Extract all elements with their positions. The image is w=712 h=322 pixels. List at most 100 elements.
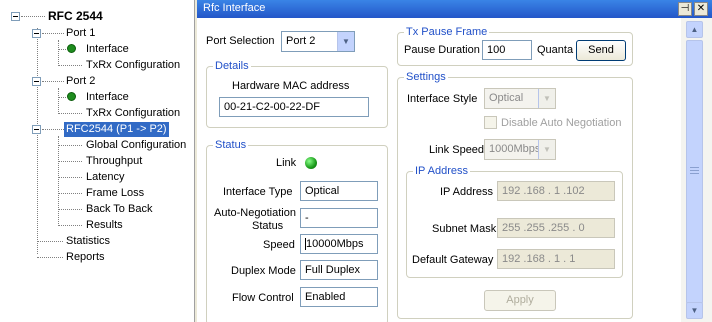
speed-field[interactable]: 10000Mbps (300, 234, 378, 254)
tree-item-port1-txrx[interactable]: TxRx Configuration (86, 59, 180, 72)
chevron-down-icon[interactable]: ▼ (538, 140, 555, 159)
flow-control-field[interactable]: Enabled (300, 287, 378, 307)
tree-connector (58, 136, 59, 226)
speed-label: Speed (263, 239, 295, 251)
collapse-port2-icon[interactable] (32, 77, 41, 86)
flow-control-label: Flow Control (232, 292, 294, 304)
link-speed-dropdown[interactable]: 1000Mbps ▼ (484, 139, 556, 160)
ip-address-field[interactable]: 192 .168 . 1 .102 (497, 181, 615, 201)
tree-connector (42, 129, 64, 130)
tree-connector (21, 16, 45, 17)
panel-title: Rfc Interface (203, 2, 266, 14)
tree-connector (58, 193, 82, 194)
collapse-port1-icon[interactable] (32, 29, 41, 38)
port-selection-dropdown[interactable]: Port 2 ▼ (281, 31, 355, 52)
interface-style-label: Interface Style (407, 93, 478, 105)
interface-type-label: Interface Type (223, 186, 293, 198)
tree-item-port2[interactable]: Port 2 (66, 75, 95, 88)
chevron-down-icon[interactable]: ▼ (337, 32, 354, 51)
tree-item-reports[interactable]: Reports (66, 251, 105, 264)
tree-connector (37, 28, 38, 254)
tree-connector (58, 65, 82, 66)
panel-content: Port Selection Port 2 ▼ Details Hardware… (197, 18, 681, 322)
tree-connector (58, 145, 82, 146)
link-status-led-icon (305, 157, 317, 169)
port-selection-label: Port Selection (206, 35, 275, 47)
interface-type-field[interactable]: Optical (300, 181, 378, 201)
pin-icon[interactable]: ⊣ (678, 2, 692, 16)
mac-address-label: Hardware MAC address (232, 80, 350, 92)
tree-connector (37, 241, 63, 242)
scroll-down-icon[interactable]: ▼ (686, 302, 703, 319)
interface-style-value: Optical (489, 92, 524, 104)
send-button[interactable]: Send (576, 40, 626, 61)
status-dot-icon (67, 92, 76, 101)
tree-item-global-configuration[interactable]: Global Configuration (86, 139, 186, 152)
panel-title-bar: Rfc Interface ⊣ ✕ (197, 0, 712, 18)
tree-item-latency[interactable]: Latency (86, 171, 125, 184)
subnet-mask-field[interactable]: 255 .255 .255 . 0 (497, 218, 615, 238)
details-legend: Details (213, 60, 251, 72)
quanta-unit-label: Quanta (537, 44, 574, 56)
ip-address-label: IP Address (440, 186, 493, 198)
tree-connector (58, 97, 66, 98)
default-gateway-field[interactable]: 192 .168 . 1 . 1 (497, 249, 615, 269)
default-gateway-label: Default Gateway (412, 254, 494, 266)
autoneg-label: Auto-Negotiation (214, 207, 296, 219)
autoneg-status-field[interactable]: - (300, 208, 378, 228)
scroll-up-icon[interactable]: ▲ (686, 21, 703, 38)
close-icon[interactable]: ✕ (694, 2, 708, 16)
pause-duration-field[interactable]: 100 (482, 40, 532, 60)
tree-connector (58, 40, 59, 66)
tree-connector (58, 225, 82, 226)
port-selection-value: Port 2 (286, 35, 316, 47)
tree-connector (58, 177, 82, 178)
subnet-mask-label: Subnet Mask (432, 223, 497, 235)
tree-item-frame-loss[interactable]: Frame Loss (86, 187, 144, 200)
ip-address-legend: IP Address (413, 165, 470, 177)
tree-connector (42, 33, 64, 34)
duplex-mode-field[interactable]: Full Duplex (300, 260, 378, 280)
collapse-root-icon[interactable] (11, 12, 20, 21)
duplex-mode-label: Duplex Mode (231, 265, 296, 277)
tree-connector (42, 81, 64, 82)
tree-connector (58, 88, 59, 114)
disable-autoneg-label: Disable Auto Negotiation (501, 117, 622, 129)
status-legend: Status (213, 139, 249, 151)
pause-duration-label: Pause Duration (404, 44, 480, 56)
tree-item-statistics[interactable]: Statistics (66, 235, 110, 248)
interface-style-dropdown[interactable]: Optical ▼ (484, 88, 556, 109)
disable-autoneg-checkbox[interactable] (484, 116, 497, 129)
tx-pause-legend: Tx Pause Frame (404, 26, 490, 38)
tree-connector (58, 161, 82, 162)
link-speed-label: Link Speed (429, 144, 485, 156)
tree-item-rfc2544-selected[interactable]: RFC2544 (P1 -> P2) (64, 122, 169, 137)
grip-icon (690, 170, 699, 171)
tree-item-throughput[interactable]: Throughput (86, 155, 142, 168)
apply-button[interactable]: Apply (484, 290, 556, 311)
grip-icon (690, 173, 699, 174)
settings-legend: Settings (404, 71, 448, 83)
tree-item-results[interactable]: Results (86, 219, 123, 232)
mac-address-field[interactable]: 00-21-C2-00-22-DF (219, 97, 369, 117)
link-speed-value: 1000Mbps (489, 143, 541, 155)
grip-icon (690, 167, 699, 168)
vertical-scrollbar[interactable]: ▲ ▼ (681, 18, 712, 322)
navigation-tree: RFC 2544 Port 1 Interface TxRx Configura… (0, 0, 195, 322)
tree-root[interactable]: RFC 2544 (48, 10, 103, 23)
tree-connector (37, 257, 63, 258)
chevron-down-icon[interactable]: ▼ (538, 89, 555, 108)
tree-item-port2-txrx[interactable]: TxRx Configuration (86, 107, 180, 120)
tree-connector (58, 113, 82, 114)
status-dot-icon (67, 44, 76, 53)
tree-item-back-to-back[interactable]: Back To Back (86, 203, 152, 216)
autoneg-status-label: Status (252, 220, 284, 232)
tree-item-port2-interface[interactable]: Interface (86, 91, 129, 104)
scrollbar-thumb[interactable] (686, 40, 703, 304)
collapse-rfc-icon[interactable] (32, 125, 41, 134)
tree-item-port1-interface[interactable]: Interface (86, 43, 129, 56)
rfc-interface-panel: Rfc Interface ⊣ ✕ Port Selection Port 2 … (197, 0, 712, 322)
tree-item-port1[interactable]: Port 1 (66, 27, 95, 40)
tree-connector (58, 209, 82, 210)
link-label: Link (276, 157, 297, 169)
